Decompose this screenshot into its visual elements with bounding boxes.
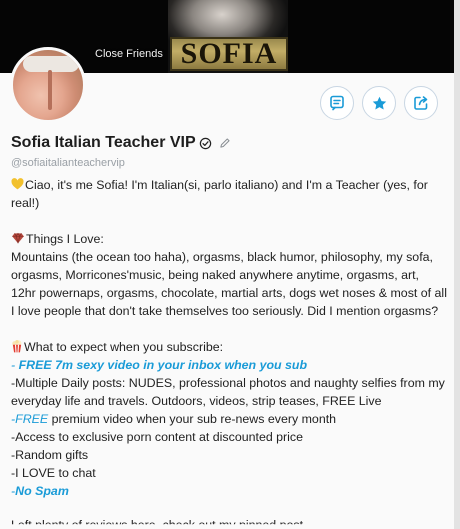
bio-things-body: Mountains (the ocean too haha), orgasms,…	[11, 250, 447, 318]
no-spam-text: No Spam	[15, 484, 69, 498]
yellow-heart-icon	[11, 178, 24, 190]
cover-sign-text: SOFIA	[180, 37, 278, 70]
profile-page: SOFIA Close Friends Sofia Italian Teache…	[0, 0, 460, 529]
share-button[interactable]	[404, 86, 438, 120]
profile-name: Sofia Italian Teacher VIP	[11, 134, 196, 151]
avatar-photo-shading	[48, 70, 52, 110]
bio-expect-heading-line: What to expect when you subscribe:	[11, 338, 447, 356]
profile-handle: @sofiaitalianteachervip	[11, 157, 125, 169]
gem-icon	[12, 232, 24, 244]
free-video-prefix: -	[11, 358, 19, 372]
star-icon	[372, 96, 386, 110]
bio-item-free-video: - FREE 7m sexy video in your inbox when …	[11, 356, 447, 374]
message-icon	[330, 95, 344, 111]
free-premium-rest: premium video when your sub re-news ever…	[48, 412, 337, 426]
free-premium-word: FREE	[15, 412, 49, 426]
cover-name-sign: SOFIA	[170, 37, 288, 71]
bio-intro: Ciao, it's me Sofia! I'm Italian(si, par…	[11, 178, 428, 210]
close-friends-label: Close Friends	[95, 48, 163, 60]
bio-item-exclusive: -Access to exclusive porn content at dis…	[11, 430, 304, 444]
bio-expect-heading: What to expect when you subscribe:	[24, 340, 224, 354]
free-video-text: FREE 7m sexy video in your inbox when yo…	[18, 358, 308, 372]
bio-item-chat: -I LOVE to chat	[11, 466, 96, 480]
edit-pencil-icon[interactable]	[219, 137, 231, 149]
bio-intro-line: Ciao, it's me Sofia! I'm Italian(si, par…	[11, 176, 447, 212]
bio-things-heading-line: Things I Love:	[11, 230, 447, 248]
message-button[interactable]	[320, 86, 354, 120]
share-icon	[414, 96, 428, 110]
page-edge	[454, 0, 460, 529]
bio-item-daily-posts: -Multiple Daily posts: NUDES, profession…	[11, 376, 445, 408]
popcorn-icon	[12, 340, 22, 353]
bio-item-free-premium: -FREE premium video when your sub re-new…	[11, 410, 447, 428]
bio-cutoff-line: Left plenty of reviews here, check out m…	[11, 518, 304, 529]
avatar[interactable]	[10, 47, 86, 123]
bio-item-gifts: -Random gifts	[11, 448, 89, 462]
profile-name-row: Sofia Italian Teacher VIP	[11, 134, 231, 152]
favorite-button[interactable]	[362, 86, 396, 120]
bio-things-heading: Things I Love:	[26, 232, 104, 246]
verified-icon	[199, 137, 212, 150]
bio-item-no-spam: -No Spam	[11, 482, 447, 500]
profile-bio: Ciao, it's me Sofia! I'm Italian(si, par…	[11, 176, 447, 500]
